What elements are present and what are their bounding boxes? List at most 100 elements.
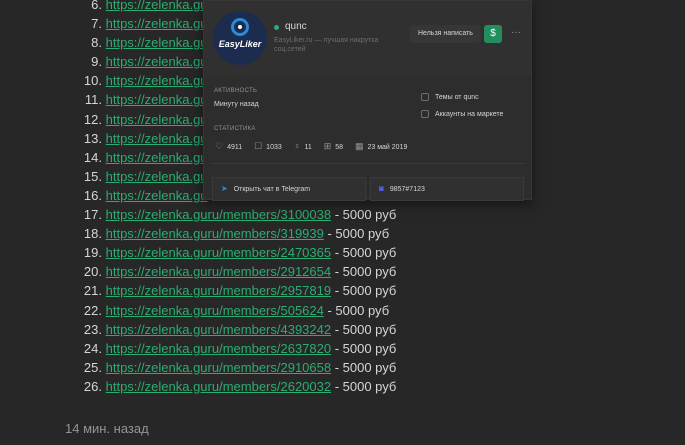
list-item-number: 23. (83, 321, 102, 337)
list-item-number: 9. (91, 54, 102, 70)
heart-icon: ♡ (215, 141, 224, 151)
discord-button[interactable]: ◙ 9857#7123 (370, 177, 524, 201)
price: - 5000 руб (331, 207, 397, 223)
list-item-number: 11. (84, 92, 102, 108)
registered-stat: ▦ 23 май 2019 (355, 141, 407, 152)
member-link[interactable]: https://zelenka.gu (106, 92, 208, 107)
list-item: 19. https://zelenka.guru/members/2470365… (72, 243, 412, 262)
list-item-number: 8. (91, 35, 102, 51)
trophies-count: 11 (304, 144, 312, 151)
topics-link[interactable]: Темы от qunc (421, 93, 479, 101)
gifts-stat[interactable]: ⊞ 58 (324, 141, 343, 152)
list-item-number: 19. (83, 245, 102, 261)
activity-label: Активность (214, 88, 258, 94)
list-item-number: 10. (83, 73, 102, 89)
list-item-number: 25. (83, 359, 102, 375)
trophies-stat[interactable]: ♀ 11 (294, 141, 312, 151)
member-link[interactable]: https://zelenka.guru/members/2470365 (106, 245, 331, 260)
comment-icon: ☐ (254, 141, 263, 151)
member-link[interactable]: https://zelenka.gu (106, 54, 208, 69)
price: - 5000 руб (331, 378, 397, 394)
stats-row: ♡ 4911 ☐ 1033 ♀ 11 ⊞ 58 ▦ 23 май 2019 (215, 141, 417, 153)
list-item-number: 7. (91, 16, 102, 32)
price: - 5000 руб (331, 359, 397, 375)
member-link[interactable]: https://zelenka.guru/members/2620032 (106, 379, 331, 394)
divider (212, 163, 524, 164)
discord-tag: 9857#7123 (389, 186, 425, 193)
message-button[interactable]: Нельзя написать (410, 25, 481, 43)
member-link[interactable]: https://zelenka.guru/members/2910658 (106, 360, 331, 375)
likes-count: 4911 (227, 144, 243, 151)
price: - 5000 руб (331, 321, 397, 337)
member-link[interactable]: https://zelenka.gu (106, 35, 208, 50)
messages-count: 1033 (266, 144, 282, 151)
calendar-icon: ▦ (354, 141, 364, 151)
market-accounts-link[interactable]: Аккаунты на маркете (421, 110, 503, 118)
list-item-number: 22. (83, 302, 102, 318)
avatar[interactable]: EasyLiker (213, 11, 267, 65)
telegram-icon: ➤ (221, 184, 228, 193)
activity-value: Минуту назад (214, 101, 259, 108)
member-link[interactable]: https://zelenka.guru/members/2637820 (106, 341, 331, 356)
member-link[interactable]: https://zelenka.gu (106, 16, 208, 31)
member-link[interactable]: https://zelenka.gu (106, 0, 208, 12)
member-link[interactable]: https://zelenka.gu (106, 112, 208, 127)
list-item: 17. https://zelenka.guru/members/3100038… (72, 205, 412, 224)
price: - 5000 руб (331, 283, 397, 299)
list-item-number: 20. (83, 264, 102, 280)
member-link[interactable]: https://zelenka.guru/members/319939 (106, 226, 324, 241)
price: - 5000 руб (331, 264, 397, 280)
member-card-popup: EasyLiker qunc EasyLiker.ru — лучшая нак… (203, 0, 532, 201)
likes-stat[interactable]: ♡ 4911 (215, 141, 242, 152)
price: - 5000 руб (331, 245, 397, 261)
list-item-number: 15. (83, 168, 102, 184)
list-item: 26. https://zelenka.guru/members/2620032… (72, 377, 412, 396)
gifts-count: 58 (335, 144, 344, 151)
market-link-label: Аккаунты на маркете (435, 110, 504, 118)
topics-link-label: Темы от qunc (435, 93, 479, 101)
discord-icon: ◙ (379, 184, 384, 193)
eye-icon (231, 18, 249, 36)
list-item: 21. https://zelenka.guru/members/2957819… (72, 281, 412, 300)
post-time: 14 мин. назад (65, 421, 149, 436)
list-item-number: 14. (83, 149, 102, 165)
telegram-button-label: Открыть чат в Telegram (233, 186, 311, 193)
member-link[interactable]: https://zelenka.guru/members/2957819 (106, 283, 331, 298)
registered-date: 23 май 2019 (367, 144, 408, 151)
username[interactable]: qunc (285, 21, 307, 32)
list-item-number: 17. (83, 207, 102, 223)
money-transfer-button[interactable]: $ (484, 25, 502, 43)
price: - 5000 руб (331, 340, 397, 356)
list-item-number: 24. (83, 340, 102, 356)
list-item: 18. https://zelenka.guru/members/319939 … (72, 224, 412, 243)
list-item: 25. https://zelenka.guru/members/2910658… (72, 358, 412, 377)
member-link[interactable]: https://zelenka.guru/members/505624 (106, 303, 324, 318)
telegram-button[interactable]: ➤ Открыть чат в Telegram (212, 177, 366, 201)
avatar-logo-text: EasyLiker (218, 39, 262, 49)
member-link[interactable]: https://zelenka.guru/members/2912654 (106, 264, 331, 279)
more-options-button[interactable]: ··· (507, 25, 525, 43)
price: - 5000 руб (323, 302, 390, 318)
list-item-number: 13. (83, 130, 102, 146)
messages-stat[interactable]: ☐ 1033 (254, 141, 282, 152)
checkbox-icon (421, 110, 429, 118)
member-link[interactable]: https://zelenka.gu (106, 150, 208, 165)
member-link[interactable]: https://zelenka.guru/members/3100038 (106, 207, 331, 222)
list-item: 22. https://zelenka.guru/members/505624 … (72, 301, 412, 320)
member-link[interactable]: https://zelenka.gu (106, 169, 208, 184)
trophy-icon: ♀ (293, 141, 301, 151)
member-link[interactable]: https://zelenka.gu (106, 188, 208, 203)
checkbox-icon (421, 93, 429, 101)
member-link[interactable]: https://zelenka.guru/members/4393242 (106, 322, 331, 337)
list-item-number: 16. (83, 187, 102, 203)
member-link[interactable]: https://zelenka.gu (106, 73, 208, 88)
price: - 5000 руб (323, 226, 390, 242)
list-item-number: 26. (83, 378, 102, 394)
member-link[interactable]: https://zelenka.gu (106, 131, 208, 146)
list-item: 23. https://zelenka.guru/members/4393242… (72, 320, 412, 339)
list-item-number: 6. (91, 0, 102, 12)
list-item-number: 18. (83, 226, 102, 242)
list-item-number: 21. (83, 283, 102, 299)
stats-label: Статистика (214, 126, 256, 132)
list-item: 20. https://zelenka.guru/members/2912654… (72, 262, 412, 281)
